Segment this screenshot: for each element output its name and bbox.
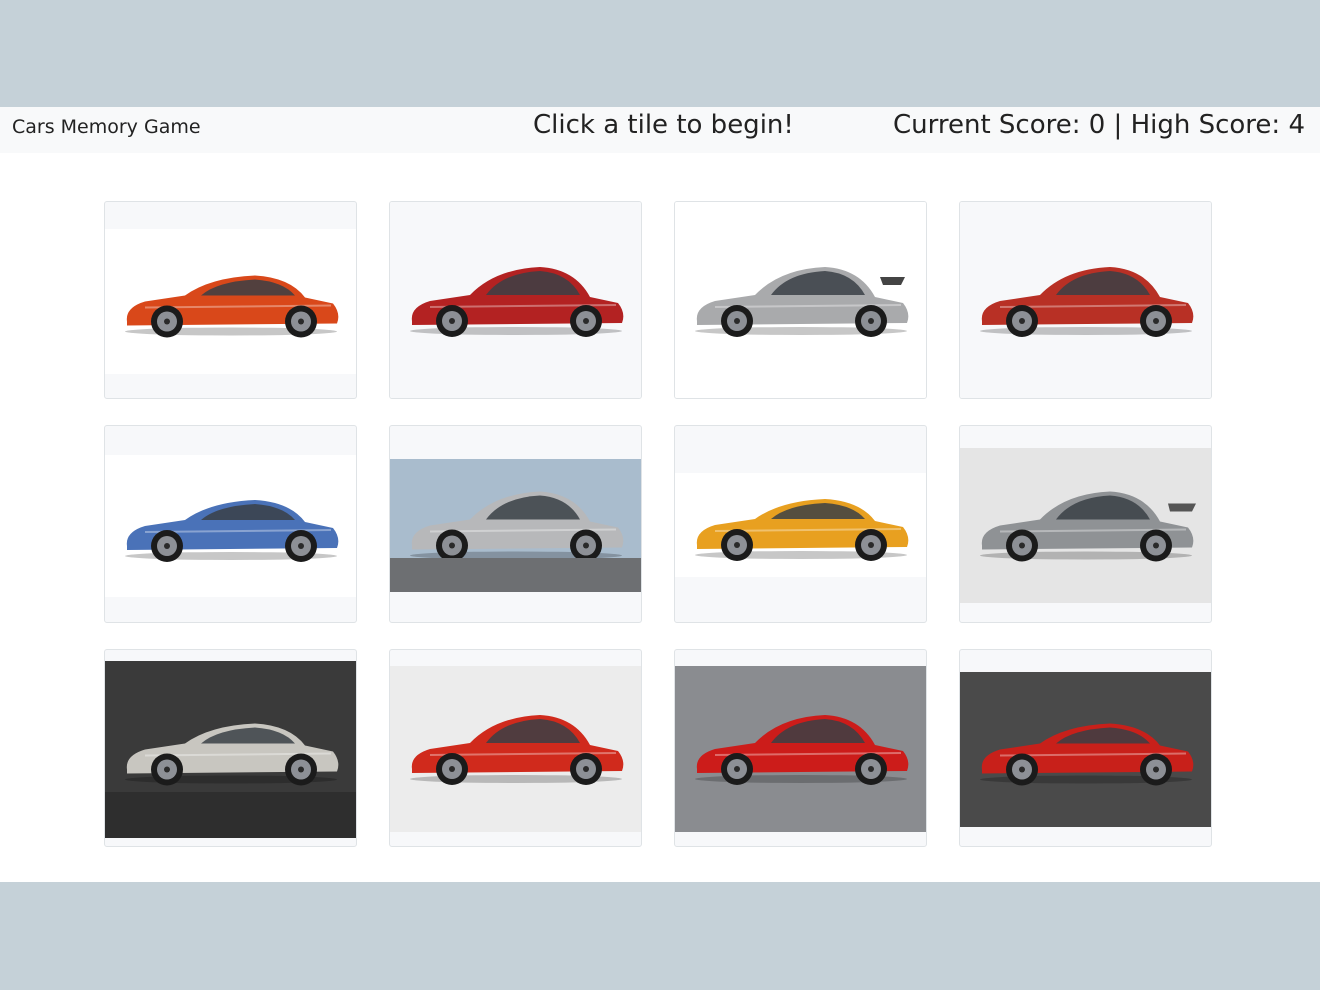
car-illustration	[695, 499, 909, 561]
car-illustration	[125, 275, 339, 338]
car-photo	[960, 448, 1211, 603]
app-title[interactable]: Cars Memory Game	[12, 107, 201, 153]
car-photo	[390, 666, 641, 832]
car-tile[interactable]	[959, 425, 1212, 623]
car-photo	[105, 661, 356, 838]
car-photo	[390, 459, 641, 592]
car-illustration	[695, 267, 909, 337]
car-illustration	[980, 267, 1194, 337]
car-tile[interactable]	[389, 649, 642, 847]
car-photo	[105, 455, 356, 597]
status-message: Click a tile to begin!	[533, 110, 794, 140]
car-tile[interactable]	[104, 649, 357, 847]
car-illustration	[980, 491, 1196, 562]
car-illustration	[695, 715, 909, 785]
car-illustration	[410, 715, 624, 785]
car-illustration	[105, 723, 356, 838]
car-illustration	[410, 267, 624, 337]
car-tile[interactable]	[389, 201, 642, 399]
car-photo	[675, 473, 926, 577]
car-tile[interactable]	[959, 201, 1212, 399]
car-tile[interactable]	[959, 649, 1212, 847]
car-tile[interactable]	[674, 649, 927, 847]
car-tile[interactable]	[104, 201, 357, 399]
car-photo	[675, 666, 926, 832]
navbar: Cars Memory Game Click a tile to begin! …	[0, 107, 1320, 153]
car-tile[interactable]	[104, 425, 357, 623]
car-photo	[960, 202, 1211, 398]
car-illustration	[390, 491, 641, 592]
car-photo	[960, 672, 1211, 827]
car-photo	[390, 202, 641, 398]
car-illustration	[125, 500, 339, 562]
car-tile[interactable]	[674, 201, 927, 399]
car-illustration	[980, 723, 1194, 786]
score-display: Current Score: 0 | High Score: 4	[892, 110, 1305, 140]
car-photo	[105, 229, 356, 374]
car-tile[interactable]	[674, 425, 927, 623]
car-photo	[675, 202, 926, 398]
car-tile[interactable]	[389, 425, 642, 623]
